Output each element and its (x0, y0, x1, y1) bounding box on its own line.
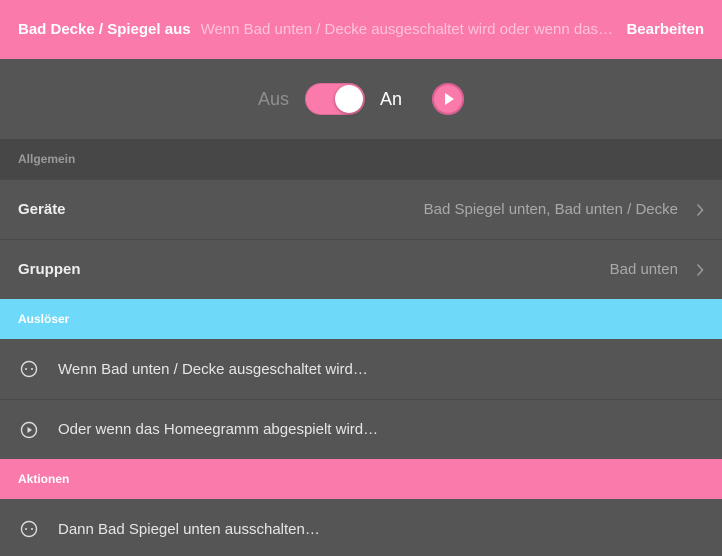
section-header-triggers: Auslöser (0, 299, 722, 339)
play-icon (445, 93, 454, 105)
action-item-switch-off[interactable]: Dann Bad Spiegel unten ausschalten… (0, 499, 722, 556)
groups-value: Bad unten (609, 261, 678, 278)
trigger-text: Wenn Bad unten / Decke ausgeschaltet wir… (58, 360, 368, 378)
trigger-item-device-off[interactable]: Wenn Bad unten / Decke ausgeschaltet wir… (0, 339, 722, 399)
devices-label: Geräte (18, 201, 66, 218)
active-toggle-switch[interactable] (305, 83, 365, 115)
dots-circle-icon (0, 360, 58, 378)
devices-value: Bad Spiegel unten, Bad unten / Decke (423, 201, 678, 218)
groups-row[interactable]: Gruppen Bad unten (0, 239, 722, 299)
toggle-knob (335, 85, 363, 113)
section-header-actions: Aktionen (0, 459, 722, 499)
top-bar: Bad Decke / Spiegel aus Wenn Bad unten /… (0, 0, 722, 59)
action-text: Dann Bad Spiegel unten ausschalten… (58, 520, 320, 538)
devices-row[interactable]: Geräte Bad Spiegel unten, Bad unten / De… (0, 179, 722, 239)
toggle-off-label: Aus (258, 89, 290, 109)
play-circle-icon (0, 421, 58, 439)
homeegram-title: Bad Decke / Spiegel aus (18, 21, 191, 38)
homeegram-description: Wenn Bad unten / Decke ausgeschaltet wir… (200, 21, 627, 38)
toggle-on-label: An (380, 89, 403, 109)
section-header-general: Allgemein (0, 139, 722, 179)
activation-toggle-area: Aus An (0, 59, 722, 139)
dots-circle-icon (0, 520, 58, 538)
edit-button[interactable]: Bearbeiten (626, 21, 704, 38)
play-button[interactable] (432, 83, 464, 115)
chevron-right-icon (678, 203, 722, 217)
trigger-item-homeegram-played[interactable]: Oder wenn das Homeegramm abgespielt wird… (0, 399, 722, 459)
groups-label: Gruppen (18, 261, 81, 278)
chevron-right-icon (678, 263, 722, 277)
trigger-text: Oder wenn das Homeegramm abgespielt wird… (58, 421, 379, 438)
